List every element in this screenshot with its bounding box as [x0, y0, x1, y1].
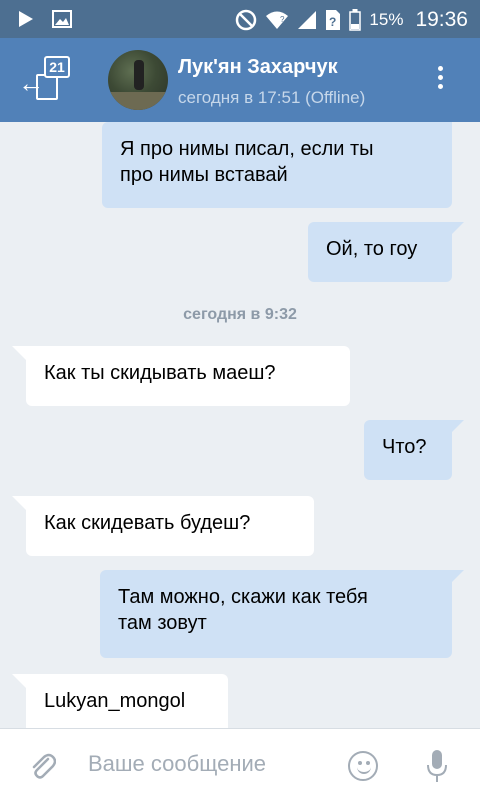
no-sim-icon: ? [326, 10, 341, 30]
message-text: про нимы вставай [120, 164, 288, 186]
status-bar: ? ? 15% 19:36 [0, 0, 480, 38]
message-text: Что? [382, 436, 427, 458]
back-button[interactable]: ← 21 [18, 56, 70, 102]
message-text: Lukyan_mongol [44, 690, 186, 712]
message-bubble[interactable]: Что? [364, 420, 464, 480]
message-bubble[interactable]: Я про нимы писал, если ты про нимы встав… [102, 122, 452, 208]
message-bubble[interactable]: Lukyan_mongol [12, 674, 228, 728]
image-icon [52, 10, 72, 28]
avatar[interactable] [108, 50, 168, 110]
attach-icon[interactable] [28, 751, 56, 781]
contact-status: сегодня в 17:51 (Offline) [178, 88, 366, 107]
clock: 19:36 [415, 8, 468, 31]
wifi-icon: ? [266, 11, 289, 29]
battery-icon [349, 9, 362, 31]
message-text: Ой, то гоу [326, 238, 418, 260]
message-bubble[interactable]: Как ты скидывать маеш? [12, 346, 350, 406]
message-text: Я про нимы писал, если ты [120, 138, 374, 160]
message-text: Как скидевать будеш? [44, 512, 251, 534]
message-bubble[interactable]: Там можно, скажи как тебя там зовут [100, 570, 464, 658]
svg-text:?: ? [280, 15, 285, 24]
unread-count-badge: 21 [44, 56, 70, 78]
message-text: там зовут [118, 612, 207, 634]
contact-name[interactable]: Лук'ян Захарчук [178, 56, 338, 79]
do-not-disturb-icon [236, 9, 257, 31]
message-bubble[interactable]: Ой, то гоу [308, 222, 464, 282]
battery-percent: 15% [369, 10, 404, 29]
message-text: Там можно, скажи как тебя [118, 586, 368, 608]
message-text: Как ты скидывать маеш? [44, 362, 276, 384]
chat-header: ← 21 Лук'ян Захарчук сегодня в 17:51 (Of… [0, 38, 480, 122]
message-bubble[interactable]: Как скидевать будеш? [12, 496, 314, 556]
signal-icon [298, 11, 317, 29]
play-icon [19, 11, 33, 27]
message-list[interactable]: Я про нимы писал, если ты про нимы встав… [0, 122, 480, 728]
emoji-icon[interactable] [348, 751, 378, 781]
date-separator: сегодня в 9:32 [183, 306, 297, 323]
microphone-icon[interactable] [426, 749, 448, 783]
composer-bar: Ваше сообщение [0, 728, 480, 800]
svg-text:?: ? [329, 15, 336, 29]
message-input[interactable]: Ваше сообщение [88, 751, 266, 777]
overflow-menu-icon[interactable] [436, 66, 444, 89]
